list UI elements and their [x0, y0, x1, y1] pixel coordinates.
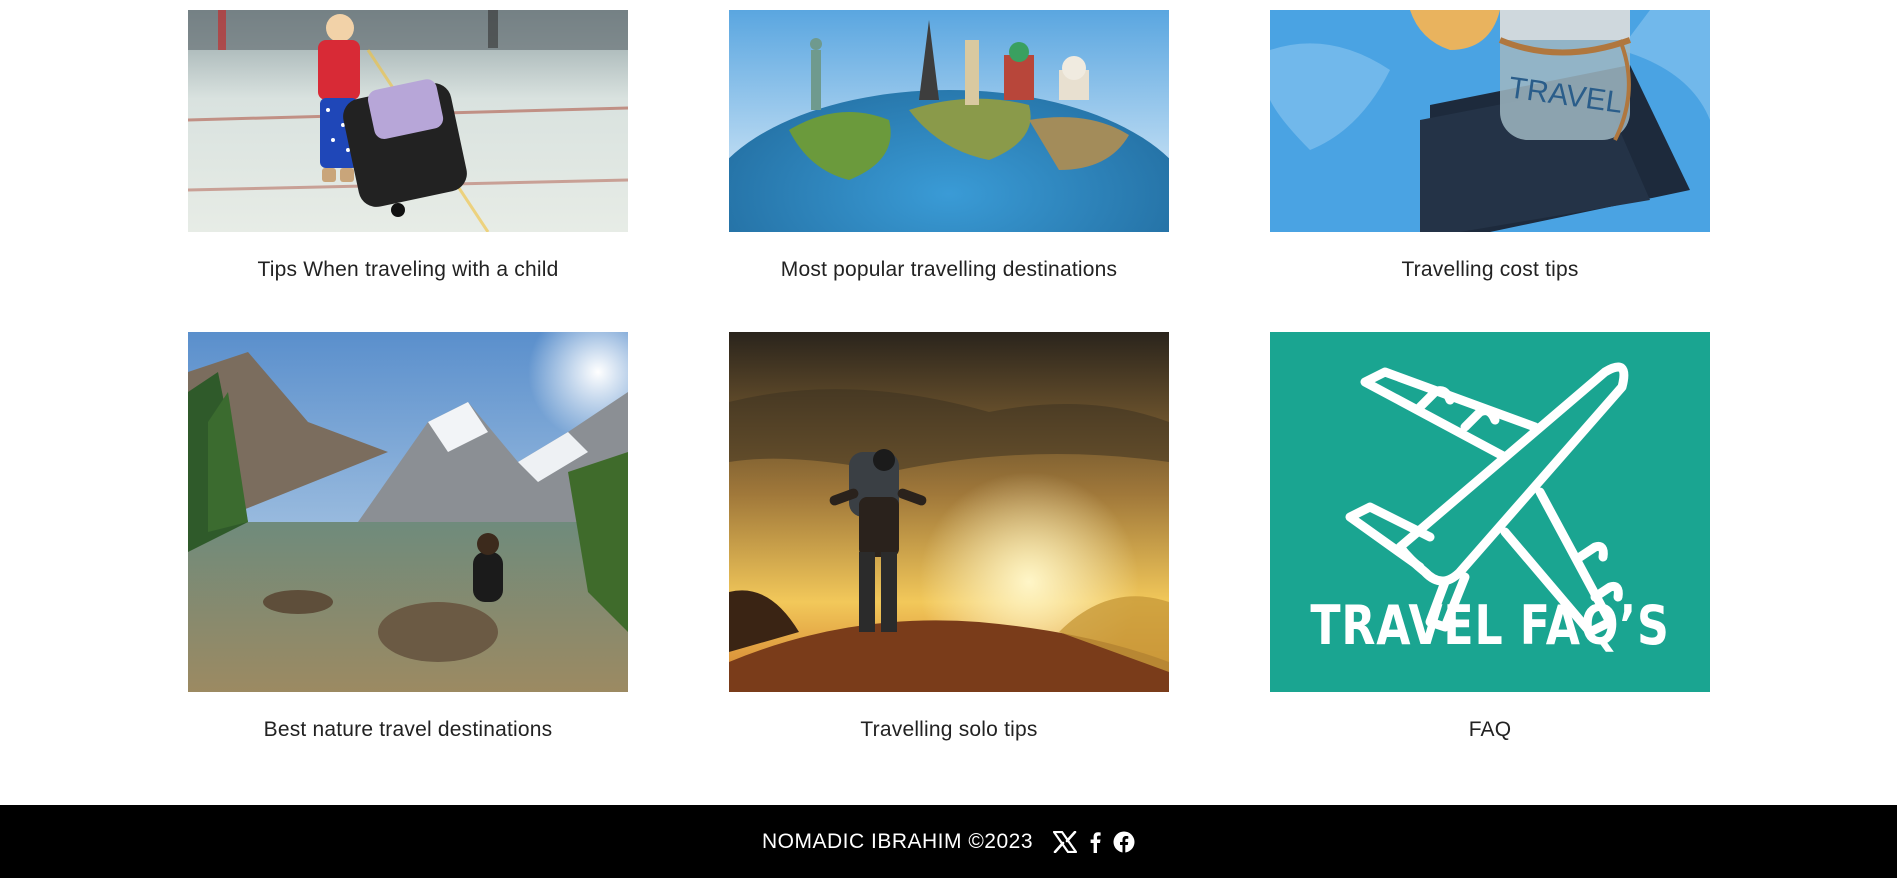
card-caption[interactable]: Travelling solo tips [729, 718, 1169, 742]
footer-copyright: NOMADIC IBRAHIM ©2023 [761, 829, 1034, 853]
facebook-circle-icon[interactable] [1113, 831, 1135, 853]
card-caption[interactable]: Travelling cost tips [1270, 258, 1710, 282]
card-caption[interactable]: Tips When traveling with a child [188, 258, 628, 282]
card-caption[interactable]: Most popular travelling destinations [729, 258, 1169, 282]
social-links [1053, 830, 1135, 853]
facebook-f-icon[interactable] [1089, 831, 1101, 853]
faq-graphic-text: TRAVEL FAQ’S [1310, 594, 1670, 657]
mountain-lake-image[interactable] [188, 332, 628, 692]
card-traveling-with-child[interactable]: Tips When traveling with a child [188, 10, 628, 282]
site-footer: NOMADIC IBRAHIM ©2023 [0, 805, 1897, 878]
card-nature-destinations[interactable]: Best nature travel destinations [188, 332, 628, 742]
card-solo-tips[interactable]: Travelling solo tips [729, 332, 1169, 742]
child-with-luggage-image[interactable] [188, 10, 628, 232]
world-landmarks-image[interactable] [729, 10, 1169, 232]
card-popular-destinations[interactable]: Most popular travelling destinations [729, 10, 1169, 282]
article-grid: Tips When traveling with a child Most po… [0, 0, 1897, 805]
backpacker-sunset-image[interactable] [729, 332, 1169, 692]
card-faq[interactable]: TRAVEL FAQ’S FAQ [1270, 332, 1710, 742]
travel-faq-image[interactable]: TRAVEL FAQ’S [1270, 332, 1710, 692]
card-caption[interactable]: Best nature travel destinations [188, 718, 628, 742]
card-caption[interactable]: FAQ [1270, 718, 1710, 742]
travel-jar-image[interactable]: TRAVEL [1270, 10, 1710, 232]
card-travel-cost[interactable]: TRAVEL Travelling cost tips [1270, 10, 1710, 282]
x-twitter-icon[interactable] [1053, 830, 1078, 853]
